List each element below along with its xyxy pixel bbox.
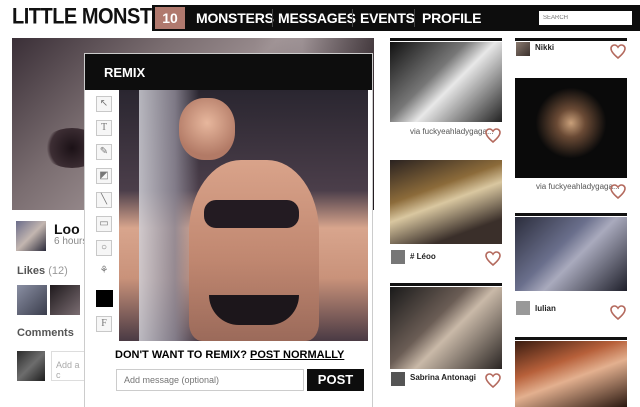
feed-image[interactable] xyxy=(390,42,502,122)
text-tool-icon[interactable]: T xyxy=(96,120,112,136)
remix-toolbar: ↖ T ✎ ◩ ╲ ▭ ○ ⚘ F xyxy=(89,90,116,342)
nav-divider xyxy=(352,9,353,27)
pointer-icon[interactable]: ↖ xyxy=(96,96,112,112)
post-timestamp: 6 hours xyxy=(54,236,88,247)
remix-prompt-text: DON'T WANT TO REMIX? xyxy=(115,349,247,361)
pen-icon[interactable]: ╲ xyxy=(96,192,112,208)
avatar[interactable] xyxy=(516,301,530,315)
main-nav: 10 MONSTERS MESSAGES EVENTS PROFILE xyxy=(152,5,640,31)
post-author-name[interactable]: Loo xyxy=(54,221,80,237)
heart-icon[interactable] xyxy=(610,184,626,200)
avatar[interactable] xyxy=(16,221,46,251)
likes-label: Likes xyxy=(17,265,46,277)
image-detail xyxy=(204,200,299,228)
source-text[interactable]: via fuckyeahladygaga... xyxy=(410,127,494,136)
heart-icon[interactable] xyxy=(485,251,501,267)
search-input[interactable] xyxy=(539,11,632,25)
feed-image[interactable] xyxy=(515,341,627,407)
heart-icon[interactable] xyxy=(485,373,501,389)
feed-user-name[interactable]: Sabrina Antonagi xyxy=(410,373,476,382)
divider xyxy=(390,283,502,286)
heart-icon[interactable] xyxy=(485,128,501,144)
feed-image[interactable] xyxy=(515,217,627,291)
top-bar: LITTLE MONSTERS 10 MONSTERS MESSAGES EVE… xyxy=(0,0,640,36)
likes-count: (12) xyxy=(48,265,68,277)
heart-icon[interactable] xyxy=(610,44,626,60)
source-text[interactable]: via fuckyeahladygaga... xyxy=(536,182,620,191)
avatar[interactable] xyxy=(391,372,405,386)
message-input[interactable] xyxy=(116,369,304,391)
feed-image[interactable] xyxy=(390,160,502,244)
circle-icon[interactable]: ○ xyxy=(96,240,112,256)
remix-canvas-image[interactable] xyxy=(119,90,368,341)
divider xyxy=(515,38,627,41)
font-icon[interactable]: F xyxy=(96,316,112,332)
remix-prompt: DON'T WANT TO REMIX? POST NORMALLY xyxy=(115,349,344,361)
nav-item-profile[interactable]: PROFILE xyxy=(422,5,481,31)
post-normally-link[interactable]: POST NORMALLY xyxy=(250,349,344,361)
divider xyxy=(515,213,627,216)
modal-header: REMIX xyxy=(85,54,372,90)
post-button[interactable]: POST xyxy=(307,369,364,391)
paint-bucket-icon[interactable]: ◩ xyxy=(96,168,112,184)
color-swatch[interactable] xyxy=(96,290,113,307)
notification-count-badge[interactable]: 10 xyxy=(155,7,185,29)
feed-image[interactable] xyxy=(515,78,627,178)
nav-item-messages[interactable]: MESSAGES xyxy=(278,5,356,31)
feed-user-name[interactable]: lulian xyxy=(535,304,556,313)
nav-item-events[interactable]: EVENTS xyxy=(360,5,415,31)
modal-title: REMIX xyxy=(104,65,146,80)
divider xyxy=(390,38,502,41)
feed-image[interactable] xyxy=(390,287,502,369)
likes-heading: Likes (12) xyxy=(17,265,68,277)
image-detail xyxy=(179,98,235,160)
brush-icon[interactable]: ✎ xyxy=(96,144,112,160)
avatar[interactable] xyxy=(516,42,530,56)
avatar xyxy=(17,351,45,381)
nav-divider xyxy=(414,9,415,27)
avatar[interactable] xyxy=(391,250,405,264)
divider xyxy=(515,337,627,340)
liker-avatar[interactable] xyxy=(17,285,47,315)
rectangle-icon[interactable]: ▭ xyxy=(96,216,112,232)
heart-icon[interactable] xyxy=(610,305,626,321)
feed-user-name[interactable]: # Léoo xyxy=(410,252,436,261)
liker-avatar[interactable] xyxy=(50,285,80,315)
feed-user-name[interactable]: Nikki xyxy=(535,43,554,52)
palette-icon[interactable]: ⚘ xyxy=(96,264,112,280)
comments-heading: Comments xyxy=(17,327,74,339)
nav-item-monsters[interactable]: MONSTERS xyxy=(196,5,274,31)
nav-divider xyxy=(272,9,273,27)
